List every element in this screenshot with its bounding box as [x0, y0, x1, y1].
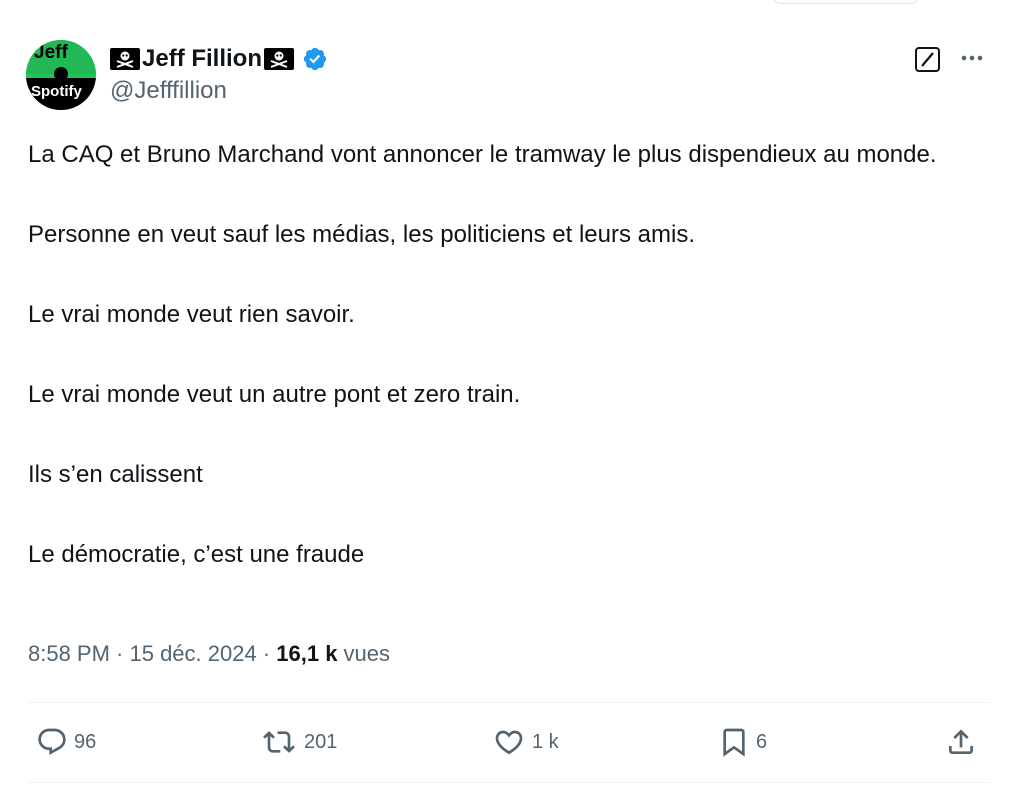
display-name-row[interactable]: Jeff Fillion: [110, 44, 328, 74]
bookmark-button[interactable]: 6: [718, 718, 767, 766]
tweet-paragraph: Le vrai monde veut un autre pont et zero…: [28, 381, 521, 408]
reply-icon: [38, 728, 66, 755]
tweet-paragraph: Le démocratie, c’est une fraude: [28, 541, 365, 568]
avatar-text-bottom: Spotify: [31, 83, 82, 100]
pirate-flag-icon: [110, 48, 140, 70]
repost-count: 201: [304, 730, 338, 753]
pirate-flag-icon: [264, 48, 294, 70]
tweet-paragraph: Ils s’en calissent: [28, 461, 203, 488]
avatar[interactable]: Jeff Spotify: [26, 40, 96, 110]
tweet-meta: 8:58 PM · 15 déc. 2024 · 16,1 k vues: [28, 641, 390, 667]
tweet-paragraph: Le vrai monde veut rien savoir.: [28, 301, 355, 328]
repost-icon: [263, 731, 295, 753]
views-label: vues: [337, 641, 391, 666]
grok-icon[interactable]: [914, 46, 941, 73]
bookmark-icon: [723, 728, 745, 757]
reply-button[interactable]: 96: [36, 718, 96, 766]
divider: [28, 782, 990, 783]
display-name[interactable]: Jeff Fillion: [142, 45, 262, 73]
tweet-timestamp[interactable]: 8:58 PM · 15 déc. 2024 ·: [28, 641, 276, 666]
reply-count: 96: [74, 730, 97, 753]
share-icon: [949, 729, 973, 754]
repost-button[interactable]: 201: [260, 718, 337, 766]
more-icon[interactable]: [957, 48, 987, 68]
avatar-text-top: Jeff: [34, 42, 68, 63]
top-pill: [772, 0, 920, 4]
user-handle[interactable]: @Jefffillion: [110, 77, 227, 105]
like-count: 1 k: [532, 730, 559, 753]
verified-badge-icon[interactable]: [302, 46, 328, 72]
tweet-text: La CAQ et Bruno Marchand vont annoncer l…: [28, 135, 1003, 575]
views-count[interactable]: 16,1 k: [276, 641, 337, 666]
action-bar: 96 201 1 k 6: [0, 718, 1030, 766]
heart-icon: [495, 730, 523, 755]
tweet-paragraph: La CAQ et Bruno Marchand vont annoncer l…: [28, 141, 937, 168]
tweet-paragraph: Personne en veut sauf les médias, les po…: [28, 221, 695, 248]
like-button[interactable]: 1 k: [492, 718, 559, 766]
share-button[interactable]: [944, 718, 978, 766]
divider: [28, 702, 990, 703]
bookmark-count: 6: [756, 730, 768, 753]
